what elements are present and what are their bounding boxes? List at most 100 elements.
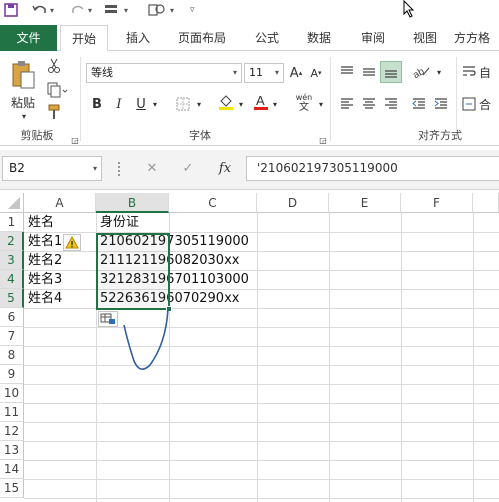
align-right-icon[interactable]	[382, 95, 400, 113]
tab-file[interactable]: 文件	[0, 25, 57, 51]
group-separator	[330, 57, 331, 141]
clipboard-group-label: 剪贴板	[20, 129, 54, 142]
merge-center-button[interactable]: 合	[462, 95, 499, 113]
row-header-4[interactable]: 4	[0, 270, 24, 289]
row-header-15[interactable]: 15	[0, 479, 24, 498]
worksheet-grid: A B C D E F 1 2 3 4 5 6 7 8 9 10 11 12 1…	[0, 193, 499, 502]
error-warning-icon[interactable]	[63, 234, 81, 251]
border-icon[interactable]	[174, 95, 192, 113]
decrease-indent-icon[interactable]	[410, 95, 428, 113]
row-header-10[interactable]: 10	[0, 384, 24, 403]
align-left-icon[interactable]	[338, 95, 356, 113]
column-header-g[interactable]	[473, 193, 499, 213]
row-header-9[interactable]: 9	[0, 365, 24, 384]
insert-function-icon[interactable]: fx	[212, 160, 238, 178]
align-middle-icon[interactable]	[360, 63, 378, 81]
paste-button[interactable]: 粘贴	[6, 95, 40, 110]
tab-insert[interactable]: 插入	[114, 25, 162, 51]
increase-indent-icon[interactable]	[432, 95, 450, 113]
shapes-icon[interactable]	[148, 2, 166, 18]
align-top-icon[interactable]	[338, 63, 356, 81]
orientation-dropdown-icon[interactable]: ▾	[434, 63, 444, 81]
clipboard-launcher-icon[interactable]: ◲	[70, 131, 80, 149]
customize-qat-icon[interactable]: ▿	[190, 2, 195, 18]
cut-icon[interactable]	[44, 57, 64, 75]
tab-review[interactable]: 审阅	[352, 25, 394, 51]
column-header-c[interactable]: C	[169, 193, 257, 213]
copy-icon[interactable]	[44, 81, 72, 99]
font-name-combo[interactable]: 等线 ▾	[86, 63, 242, 83]
row-header-7[interactable]: 7	[0, 327, 24, 346]
tab-view[interactable]: 视图	[404, 25, 446, 51]
formula-input[interactable]: '210602197305119000	[246, 156, 499, 181]
form-dropdown-icon[interactable]: ▾	[124, 2, 128, 18]
underline-dropdown-icon[interactable]: ▾	[150, 95, 160, 113]
paste-icon[interactable]	[8, 57, 38, 93]
shrink-font-button[interactable]: A ▾	[308, 64, 324, 82]
row-header-13[interactable]: 13	[0, 441, 24, 460]
format-painter-icon[interactable]	[44, 103, 64, 121]
tab-page-layout[interactable]: 页面布局	[170, 25, 234, 51]
select-all-corner[interactable]	[0, 193, 24, 213]
cell-b1[interactable]: 身份证	[98, 213, 139, 232]
row-header-5[interactable]: 5	[0, 289, 24, 308]
cell-a1[interactable]: 姓名	[26, 213, 54, 232]
row-header-12[interactable]: 12	[0, 422, 24, 441]
font-launcher-icon[interactable]: ◲	[318, 131, 328, 149]
font-size-dropdown-icon[interactable]: ▾	[271, 64, 283, 82]
align-center-icon[interactable]	[360, 95, 378, 113]
column-header-b[interactable]: B	[96, 193, 169, 213]
column-header-d[interactable]: D	[257, 193, 329, 213]
tab-home[interactable]: 开始	[60, 25, 108, 52]
font-name-value: 等线	[91, 66, 113, 79]
column-header-f[interactable]: F	[401, 193, 473, 213]
name-box[interactable]: B2 ▾	[2, 156, 102, 181]
gridline	[401, 213, 402, 502]
italic-button[interactable]: I	[112, 95, 126, 113]
undo-icon[interactable]	[32, 2, 48, 18]
redo-dropdown-icon[interactable]: ▾	[88, 2, 92, 18]
shapes-dropdown-icon[interactable]: ▾	[170, 2, 174, 18]
row-header-3[interactable]: 3	[0, 251, 24, 270]
row-header-6[interactable]: 6	[0, 308, 24, 327]
fill-color-dropdown-icon[interactable]: ▾	[236, 95, 246, 113]
cell-a2[interactable]: 姓名1	[26, 232, 62, 251]
row-header-2[interactable]: 2	[0, 232, 24, 251]
font-color-dropdown-icon[interactable]: ▾	[270, 95, 280, 113]
row-header-1[interactable]: 1	[0, 213, 24, 232]
formula-bar-grip[interactable]	[118, 162, 121, 176]
paste-dropdown-icon[interactable]: ▾	[12, 111, 36, 121]
column-header-e[interactable]: E	[329, 193, 401, 213]
selection-range[interactable]	[96, 233, 170, 310]
redo-icon[interactable]	[70, 2, 86, 18]
fill-color-icon[interactable]	[216, 93, 236, 111]
tab-fangfangge[interactable]: 方方格	[454, 25, 499, 51]
tab-formulas[interactable]: 公式	[246, 25, 288, 51]
cell-a3[interactable]: 姓名2	[26, 251, 62, 270]
name-box-dropdown-icon[interactable]: ▾	[93, 157, 97, 180]
orientation-icon[interactable]: ab	[410, 63, 434, 81]
cell-a4[interactable]: 姓名3	[26, 270, 62, 289]
column-header-a[interactable]: A	[24, 193, 96, 213]
underline-button[interactable]: U	[134, 95, 148, 113]
save-icon[interactable]	[4, 2, 18, 18]
cell-a5[interactable]: 姓名4	[26, 289, 62, 308]
bold-button[interactable]: B	[90, 95, 104, 113]
form-icon[interactable]	[104, 2, 122, 18]
tab-data[interactable]: 数据	[298, 25, 340, 51]
border-dropdown-icon[interactable]: ▾	[194, 95, 204, 113]
font-name-dropdown-icon[interactable]: ▾	[229, 64, 241, 82]
row-header-8[interactable]: 8	[0, 346, 24, 365]
enter-icon[interactable]: ✓	[176, 160, 200, 178]
undo-dropdown-icon[interactable]: ▾	[50, 2, 54, 18]
grow-font-button[interactable]: A ▴	[288, 64, 304, 82]
phonetic-guide-button[interactable]: wén 文	[292, 91, 316, 115]
cancel-icon[interactable]: ✕	[140, 160, 164, 178]
wrap-text-button[interactable]: 自	[462, 63, 499, 81]
row-header-14[interactable]: 14	[0, 460, 24, 479]
font-size-combo[interactable]: 11 ▾	[244, 63, 284, 83]
phonetic-dropdown-icon[interactable]: ▾	[316, 95, 326, 113]
row-header-11[interactable]: 11	[0, 403, 24, 422]
font-color-icon[interactable]: A	[252, 93, 270, 111]
align-bottom-icon[interactable]	[380, 61, 402, 83]
